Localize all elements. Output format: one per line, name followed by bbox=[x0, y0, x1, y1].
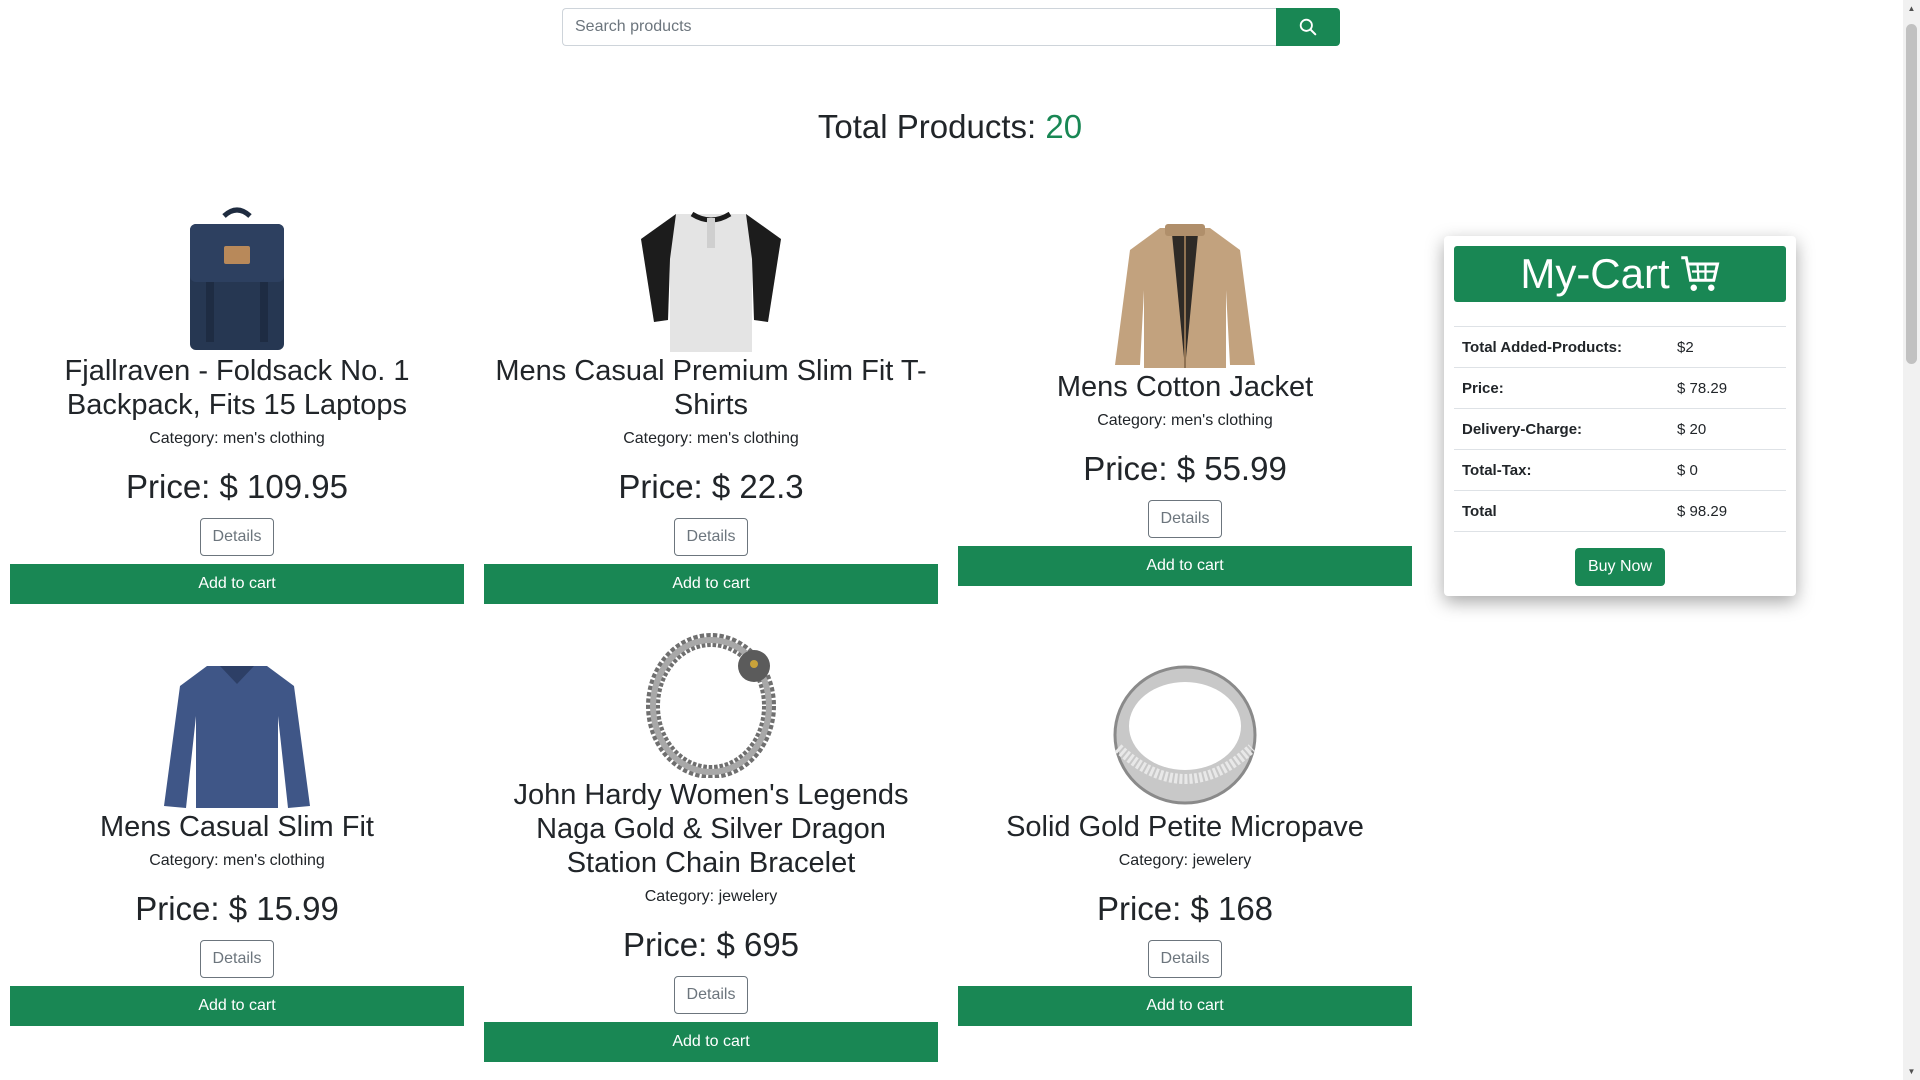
add-to-cart-button[interactable]: Add to cart bbox=[484, 564, 938, 604]
add-to-cart-button[interactable]: Add to cart bbox=[10, 564, 464, 604]
product-price: Price: $ 109.95 bbox=[126, 468, 348, 505]
buy-now-button[interactable]: Buy Now bbox=[1574, 548, 1666, 586]
product-category: Category: men's clothing bbox=[1097, 412, 1273, 429]
product-card: Mens Cotton Jacket Category: men's cloth… bbox=[958, 220, 1412, 586]
add-to-cart-button[interactable]: Add to cart bbox=[958, 546, 1412, 586]
product-price: Price: $ 168 bbox=[1096, 890, 1274, 927]
product-card: John Hardy Women's Legends Naga Gold & S… bbox=[484, 628, 938, 1062]
search-button[interactable] bbox=[1276, 8, 1340, 46]
scroll-up-arrow-icon[interactable]: ▲ bbox=[1903, 0, 1920, 17]
product-image[interactable] bbox=[162, 660, 312, 810]
product-image[interactable] bbox=[162, 204, 312, 354]
ring-image bbox=[1113, 665, 1257, 805]
cart-icon bbox=[1680, 256, 1720, 291]
cart-row-label: Total-Tax: bbox=[1454, 449, 1669, 491]
add-to-cart-button[interactable]: Add to cart bbox=[10, 986, 464, 1026]
search-bar bbox=[562, 8, 1340, 46]
cart-row-added-products: Total Added-Products: $2 bbox=[1454, 326, 1786, 368]
cart-header: My-Cart bbox=[1454, 246, 1786, 302]
cart-summary-table: Total Added-Products: $2 Price: $ 78.29 … bbox=[1454, 326, 1786, 532]
product-title[interactable]: Mens Casual Premium Slim Fit T-Shirts bbox=[484, 354, 938, 422]
product-title[interactable]: John Hardy Women's Legends Naga Gold & S… bbox=[484, 778, 938, 880]
product-card: Mens Casual Premium Slim Fit T-Shirts Ca… bbox=[484, 204, 938, 604]
product-category: Category: men's clothing bbox=[149, 852, 325, 869]
product-title[interactable]: Mens Cotton Jacket bbox=[1047, 370, 1323, 404]
cart-row-label: Price: bbox=[1454, 367, 1669, 409]
cart-row-price: Price: $ 78.29 bbox=[1454, 367, 1786, 409]
cart-row-delivery: Delivery-Charge: $ 20 bbox=[1454, 408, 1786, 450]
details-button[interactable]: Details bbox=[673, 976, 749, 1014]
total-products-count: 20 bbox=[1045, 108, 1083, 145]
product-category: Category: men's clothing bbox=[149, 430, 325, 447]
cart-row-value: $ 20 bbox=[1669, 408, 1786, 450]
cart-panel: My-Cart Total Added-Products: $2 Price: … bbox=[1444, 236, 1796, 596]
cart-row-value: $2 bbox=[1669, 326, 1786, 368]
product-title[interactable]: Solid Gold Petite Micropave bbox=[996, 810, 1374, 844]
bracelet-image bbox=[646, 633, 776, 778]
add-to-cart-button[interactable]: Add to cart bbox=[958, 986, 1412, 1026]
scroll-down-arrow-icon[interactable]: ▼ bbox=[1903, 1063, 1920, 1080]
cart-row-total: Total $ 98.29 bbox=[1454, 490, 1786, 532]
backpack-image bbox=[190, 207, 284, 350]
cart-row-value: $ 78.29 bbox=[1669, 367, 1786, 409]
product-price: Price: $ 15.99 bbox=[135, 890, 339, 927]
product-image[interactable] bbox=[1110, 220, 1260, 370]
product-title[interactable]: Fjallraven - Foldsack No. 1 Backpack, Fi… bbox=[10, 354, 464, 422]
search-input[interactable] bbox=[562, 8, 1276, 46]
product-price: Price: $ 22.3 bbox=[618, 468, 804, 505]
details-button[interactable]: Details bbox=[199, 518, 275, 556]
cart-title: My-Cart bbox=[1520, 250, 1670, 297]
product-card: Solid Gold Petite Micropave Category: je… bbox=[958, 660, 1412, 1026]
product-image[interactable] bbox=[636, 204, 786, 354]
product-image[interactable] bbox=[636, 628, 786, 778]
buy-wrap: Buy Now bbox=[1454, 548, 1786, 586]
cart-row-tax: Total-Tax: $ 0 bbox=[1454, 449, 1786, 491]
details-button[interactable]: Details bbox=[1147, 940, 1223, 978]
product-price: Price: $ 695 bbox=[622, 926, 800, 963]
cart-row-value: $ 98.29 bbox=[1669, 490, 1786, 532]
total-products-label: Total Products: bbox=[817, 108, 1037, 145]
jacket-image bbox=[1115, 224, 1255, 368]
total-products-heading: Total Products: 20 bbox=[0, 108, 1900, 146]
cart-row-label: Delivery-Charge: bbox=[1454, 408, 1669, 450]
product-card: Mens Casual Slim Fit Category: men's clo… bbox=[10, 660, 464, 1026]
cart-row-label: Total Added-Products: bbox=[1454, 326, 1669, 368]
search-icon bbox=[1299, 18, 1317, 36]
cart-row-value: $ 0 bbox=[1669, 449, 1786, 491]
product-category: Category: men's clothing bbox=[623, 430, 799, 447]
scroll-thumb[interactable] bbox=[1906, 24, 1917, 364]
product-card: Fjallraven - Foldsack No. 1 Backpack, Fi… bbox=[10, 204, 464, 604]
product-category: Category: jewelery bbox=[644, 888, 778, 905]
product-category: Category: jewelery bbox=[1118, 852, 1252, 869]
product-title[interactable]: Mens Casual Slim Fit bbox=[90, 810, 384, 844]
details-button[interactable]: Details bbox=[199, 940, 275, 978]
longsleeve-image bbox=[164, 666, 310, 808]
cart-row-label: Total bbox=[1454, 490, 1669, 532]
add-to-cart-button[interactable]: Add to cart bbox=[484, 1022, 938, 1062]
product-price: Price: $ 55.99 bbox=[1083, 450, 1287, 487]
product-image[interactable] bbox=[1110, 660, 1260, 810]
details-button[interactable]: Details bbox=[673, 518, 749, 556]
details-button[interactable]: Details bbox=[1147, 500, 1223, 538]
vertical-scrollbar[interactable]: ▲ ▼ bbox=[1903, 0, 1920, 1080]
tshirt-image bbox=[641, 211, 781, 352]
